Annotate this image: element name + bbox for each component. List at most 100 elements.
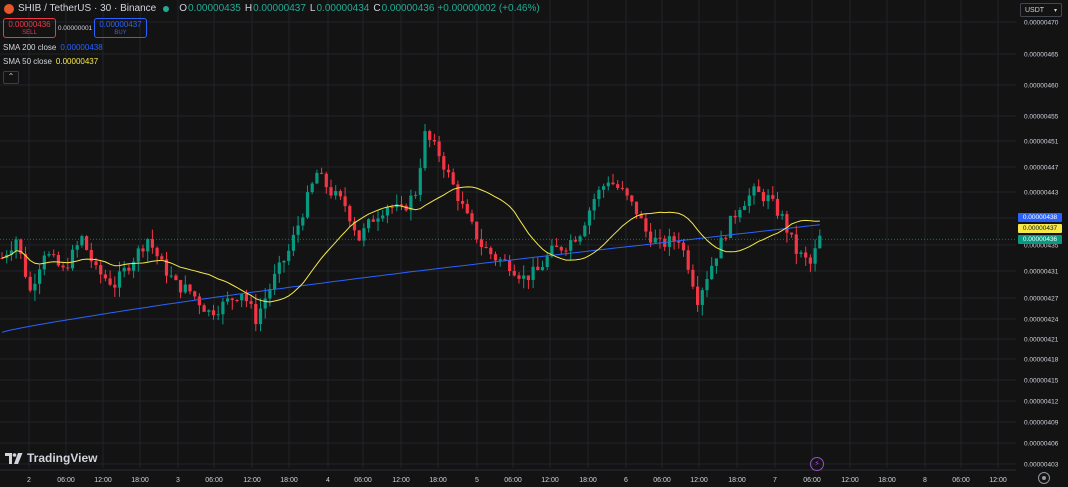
candle-body[interactable]: [174, 275, 178, 281]
candle-body[interactable]: [508, 260, 512, 271]
candle-body[interactable]: [479, 239, 483, 247]
candle-body[interactable]: [775, 198, 780, 216]
candle-body[interactable]: [475, 221, 479, 240]
candle-body[interactable]: [179, 280, 183, 293]
candle-body[interactable]: [587, 210, 592, 226]
candle-body[interactable]: [573, 240, 577, 242]
candle-body[interactable]: [691, 269, 695, 287]
candle-body[interactable]: [531, 266, 535, 280]
candle-body[interactable]: [653, 237, 657, 243]
candle-body[interactable]: [625, 188, 629, 196]
candle-body[interactable]: [733, 215, 737, 218]
buy-button[interactable]: 0.00000437 BUY: [94, 18, 147, 38]
candle-body[interactable]: [371, 219, 375, 222]
candle-body[interactable]: [611, 182, 615, 185]
candle-body[interactable]: [207, 310, 211, 312]
candle-body[interactable]: [686, 250, 690, 270]
candle-body[interactable]: [33, 283, 37, 291]
candle-body[interactable]: [451, 172, 455, 185]
candle-body[interactable]: [193, 291, 197, 297]
candle-body[interactable]: [512, 270, 516, 276]
candle-body[interactable]: [122, 267, 126, 272]
candle-body[interactable]: [230, 298, 234, 300]
candle-body[interactable]: [672, 236, 676, 242]
candle-body[interactable]: [634, 201, 639, 215]
candle-body[interactable]: [644, 218, 648, 232]
candle-body[interactable]: [559, 246, 563, 251]
candle-body[interactable]: [202, 305, 206, 312]
candle-body[interactable]: [620, 187, 624, 189]
candle-body[interactable]: [310, 183, 314, 193]
candle-body[interactable]: [785, 214, 789, 233]
candle-body[interactable]: [103, 274, 107, 279]
candle-body[interactable]: [658, 237, 662, 239]
candle-body[interactable]: [385, 207, 389, 216]
collapse-indicators-button[interactable]: ⌃: [3, 71, 19, 84]
candle-body[interactable]: [442, 156, 446, 170]
candle-body[interactable]: [555, 245, 559, 247]
candle-body[interactable]: [794, 234, 798, 254]
candle-body[interactable]: [287, 250, 291, 261]
candle-body[interactable]: [498, 259, 502, 261]
candle-body[interactable]: [470, 213, 474, 222]
candle-body[interactable]: [117, 271, 122, 288]
candle-body[interactable]: [66, 267, 70, 269]
candle-body[interactable]: [155, 247, 159, 257]
candle-body[interactable]: [456, 184, 460, 201]
candle-body[interactable]: [376, 218, 380, 222]
candle-body[interactable]: [418, 168, 422, 195]
candle-body[interactable]: [301, 217, 305, 226]
candle-body[interactable]: [282, 260, 286, 263]
candle-body[interactable]: [183, 284, 187, 293]
candle-body[interactable]: [649, 231, 653, 243]
candle-body[interactable]: [390, 207, 394, 209]
candle-body[interactable]: [28, 276, 32, 291]
candle-body[interactable]: [446, 169, 451, 173]
candle-body[interactable]: [489, 247, 493, 255]
candle-body[interactable]: [428, 131, 432, 140]
candle-body[interactable]: [747, 195, 751, 206]
candle-body[interactable]: [804, 252, 808, 258]
candle-body[interactable]: [61, 265, 65, 268]
candle-body[interactable]: [790, 232, 794, 235]
candle-body[interactable]: [710, 265, 714, 280]
price-chart[interactable]: 0.00000470 0.00000465 0.00000460 0.00000455…: [0, 0, 1068, 487]
candle-body[interactable]: [197, 296, 201, 306]
candle-body[interactable]: [291, 234, 295, 251]
candle-body[interactable]: [211, 310, 216, 316]
candle-body[interactable]: [362, 228, 366, 241]
candle-body[interactable]: [738, 209, 742, 218]
candle-body[interactable]: [808, 257, 812, 264]
candle-body[interactable]: [381, 215, 385, 219]
candle-body[interactable]: [258, 308, 263, 325]
indicator-sma-50[interactable]: SMA 50 close 0.00000437: [3, 57, 98, 66]
candle-body[interactable]: [569, 240, 573, 251]
candle-body[interactable]: [743, 205, 747, 210]
candle-body[interactable]: [545, 256, 549, 267]
candle-body[interactable]: [493, 254, 498, 261]
candle-body[interactable]: [536, 266, 540, 271]
tradingview-logo[interactable]: TradingView: [5, 451, 97, 465]
candle-body[interactable]: [108, 278, 112, 285]
candle-body[interactable]: [226, 298, 230, 302]
candle-body[interactable]: [338, 191, 342, 197]
candle-body[interactable]: [761, 192, 765, 202]
candle-body[interactable]: [752, 186, 756, 196]
candle-body[interactable]: [127, 267, 131, 271]
candle-body[interactable]: [705, 279, 709, 291]
candle-body[interactable]: [517, 275, 521, 279]
candle-body[interactable]: [437, 141, 441, 157]
candle-body[interactable]: [52, 254, 56, 256]
candle-body[interactable]: [324, 173, 328, 188]
candle-body[interactable]: [273, 273, 277, 290]
candle-body[interactable]: [343, 196, 347, 207]
candle-body[interactable]: [38, 269, 42, 284]
candle-body[interactable]: [47, 254, 51, 256]
candle-body[interactable]: [757, 186, 761, 193]
sell-button[interactable]: 0.00000436 SELL: [3, 18, 56, 38]
candle-body[interactable]: [169, 275, 173, 277]
candle-body[interactable]: [681, 242, 686, 251]
candle-body[interactable]: [56, 254, 60, 266]
lightning-icon[interactable]: ⚡: [810, 457, 824, 471]
candle-body[interactable]: [305, 192, 310, 218]
